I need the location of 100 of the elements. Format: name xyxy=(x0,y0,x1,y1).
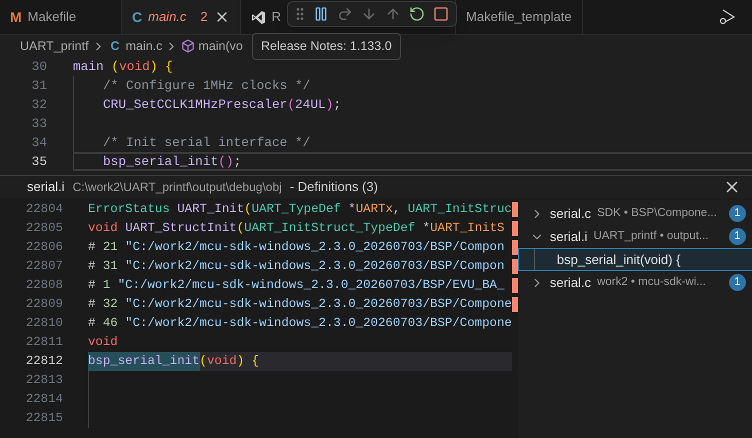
code-token: bsp_serial_init xyxy=(88,352,200,371)
reference-file[interactable]: serial.c SDK • BSP\Compone... 1 xyxy=(518,202,752,225)
code-token: # xyxy=(88,315,96,332)
pause-icon xyxy=(313,6,329,22)
reference-file[interactable]: serial.i UART_printf • output... 1 xyxy=(518,225,752,248)
code-token: "C:/work2/mcu-sdk-windows_2.3.0_20260703/BSP/Compon xyxy=(124,239,504,256)
code-token: ( xyxy=(200,353,207,370)
cube-icon xyxy=(181,39,196,53)
code-token: UARTx xyxy=(356,201,393,218)
code-token: bsp_serial_init xyxy=(103,152,218,171)
reference-detail: UART_printf • output... xyxy=(593,228,708,244)
reference-file-name: serial.c xyxy=(550,204,592,223)
code-token: ) { xyxy=(150,58,173,76)
code-token: ; xyxy=(333,96,342,114)
peek-title: - Definitions (3) xyxy=(290,178,378,196)
code-token: ( xyxy=(236,220,244,238)
run-debug-icon[interactable] xyxy=(718,8,736,26)
code-token: "C:/work2/mcu-sdk-windows_2.3.0_20260703/BSP/Compon xyxy=(124,258,504,276)
code-token: ; xyxy=(234,152,242,171)
code-token: ( xyxy=(111,58,120,76)
breadcrumb-item[interactable]: UART_printf xyxy=(20,36,89,56)
line-number: 22811 xyxy=(24,334,63,352)
line-number: 22812 xyxy=(24,353,63,370)
code-token: /* Init serial interface */ xyxy=(103,134,310,152)
count-badge: 1 xyxy=(728,228,746,245)
vscode-logo-icon xyxy=(250,10,266,24)
code-token: ( xyxy=(244,201,252,218)
reference-file-name: serial.c xyxy=(550,274,592,292)
overview-ruler-mark xyxy=(512,202,518,217)
line-number: 22805 xyxy=(24,220,63,238)
breadcrumb-item[interactable]: main.c xyxy=(126,36,162,56)
tab-label: R xyxy=(272,8,282,26)
line-number: 33 xyxy=(30,114,47,133)
line-number: 22809 xyxy=(24,296,63,314)
code-token: UART_InitS xyxy=(430,220,504,238)
code-token: , xyxy=(392,201,402,218)
tooltip: Release Notes: 1.133.0 xyxy=(252,33,401,60)
line-number: 34 xyxy=(30,134,47,152)
tab-label: Makefile_template xyxy=(466,8,572,26)
makefile-icon: M xyxy=(10,6,22,28)
reference-code: bsp_serial_init(void) { xyxy=(534,249,680,270)
code-token: UART_InitStruct_TypeDef xyxy=(244,220,416,238)
code-token: "C:/work2/mcu-sdk-windows_2.3.0_20260703/BSP/Compone xyxy=(124,315,512,332)
reference-detail: SDK • BSP\Compone... xyxy=(597,206,717,221)
reference-item[interactable]: bsp_serial_init(void) { xyxy=(518,248,752,271)
code-token: # xyxy=(88,239,96,256)
tab-label: Makefile xyxy=(28,8,76,26)
c-file-icon: C xyxy=(132,6,142,28)
line-number: 35 xyxy=(30,152,47,171)
code-token: 1 xyxy=(102,277,110,294)
code-token: ErrorStatus xyxy=(88,201,171,218)
count-badge: 1 xyxy=(728,274,746,291)
line-number: 30 xyxy=(30,58,47,76)
reference-file[interactable]: serial.c work2 • mcu-sdk-wi... 1 xyxy=(518,271,752,294)
code-token: 46 xyxy=(102,315,118,332)
code-token: void xyxy=(206,353,237,370)
code-token: () xyxy=(218,152,234,171)
code-token: "C:/work2/mcu-sdk-windows_2.3.0_20260703/BSP/EVU_BA_ xyxy=(116,277,504,294)
line-number: 22815 xyxy=(24,410,63,428)
line-number: 22806 xyxy=(24,239,63,256)
reference-detail: work2 • mcu-sdk-wi... xyxy=(597,274,706,290)
breadcrumb-item[interactable]: main(vo xyxy=(198,36,243,56)
c-file-icon: C xyxy=(110,36,120,56)
code-token: void xyxy=(88,220,119,238)
code-token: # xyxy=(88,296,96,314)
code-token: CRU_SetCCLK1MHzPrescaler xyxy=(103,96,288,114)
code-token: UART_Init xyxy=(177,201,244,218)
code-token: "C:/work2/mcu-sdk-windows_2.3.0_20260703/BSP/Compone xyxy=(124,296,512,314)
restart-icon xyxy=(409,6,425,22)
tab-label: main.c xyxy=(148,8,186,26)
code-token: ) { xyxy=(236,353,260,370)
code-token: UART_TypeDef xyxy=(252,201,341,218)
code-token: * xyxy=(347,201,356,218)
code-token: 32 xyxy=(102,296,118,314)
line-number: 22810 xyxy=(24,315,63,332)
line-number: 31 xyxy=(30,76,47,95)
line-number: 32 xyxy=(30,96,47,114)
overview-ruler-mark xyxy=(512,278,518,293)
code-token: void xyxy=(88,334,118,352)
overview-ruler-mark xyxy=(512,221,518,236)
code-token: 24UL xyxy=(295,96,326,114)
editor-tab[interactable]: C main.c 2 xyxy=(122,0,241,34)
code-token: void xyxy=(119,58,150,76)
overview-ruler-mark xyxy=(512,240,518,255)
line-number: 22813 xyxy=(24,372,63,390)
code-token: ( xyxy=(287,96,295,114)
code-token: * xyxy=(422,220,430,238)
reference-file-name: serial.i xyxy=(550,228,588,246)
peek-file-name: serial.i xyxy=(27,178,65,196)
line-number: 22804 xyxy=(24,201,63,218)
code-token: /* Configure 1MHz clocks */ xyxy=(103,76,310,95)
code-token: UART_InitStruc xyxy=(408,201,512,218)
code-token: 21 xyxy=(102,239,118,256)
code-token: # xyxy=(88,277,96,294)
code-token: # xyxy=(88,258,96,276)
line-number: 22808 xyxy=(24,277,63,294)
code-token: ) xyxy=(326,96,334,114)
curved-arrow-icon xyxy=(337,6,353,22)
code-token: 31 xyxy=(102,258,118,276)
stop-icon xyxy=(433,6,449,22)
